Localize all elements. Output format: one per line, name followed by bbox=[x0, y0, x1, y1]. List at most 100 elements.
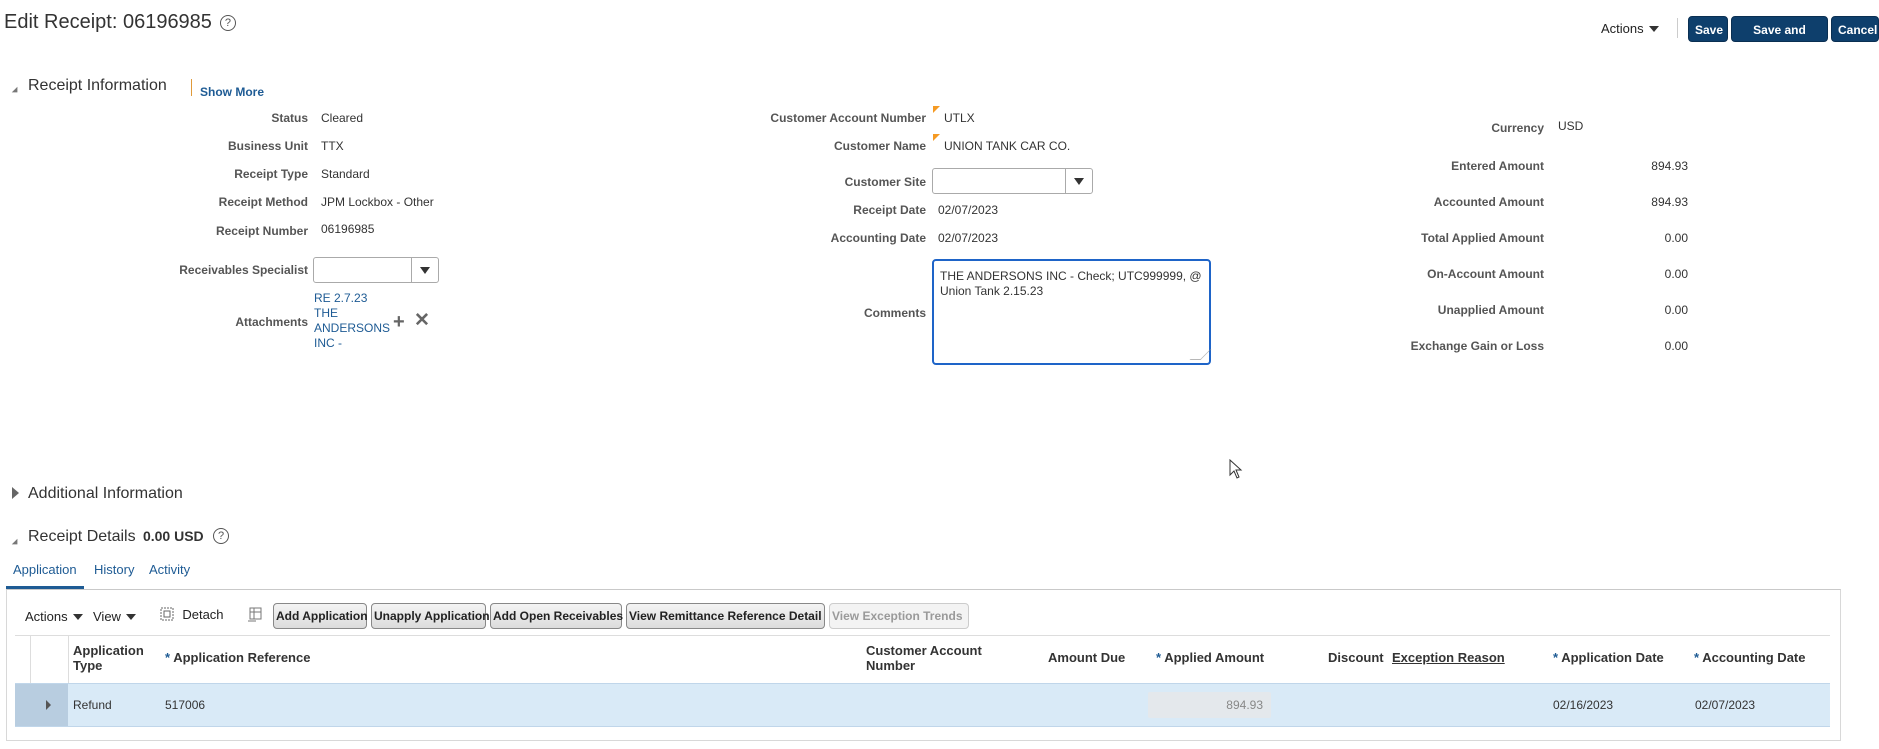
comments-textarea[interactable]: THE ANDERSONS INC - Check; UTC999999, @ … bbox=[932, 259, 1211, 365]
page-title-text: Edit Receipt: 06196985 bbox=[4, 11, 212, 33]
save-and-close-button[interactable]: Save and Close bbox=[1731, 16, 1828, 63]
help-icon[interactable]: ? bbox=[213, 528, 229, 544]
cell-application-type: Refund bbox=[73, 698, 112, 712]
required-icon: * bbox=[1553, 650, 1562, 665]
detach-button[interactable]: Detach bbox=[159, 606, 224, 622]
add-attachment-icon[interactable]: + bbox=[393, 312, 405, 332]
attachment-line: RE 2.7.23 bbox=[314, 291, 368, 305]
accounted-amount-value: 894.93 bbox=[1651, 195, 1688, 209]
currency-value: USD bbox=[1558, 119, 1584, 133]
expand-triangle-icon[interactable] bbox=[12, 487, 19, 499]
customer-name-label: Customer Name bbox=[833, 139, 926, 153]
page-title: Edit Receipt: 06196985? bbox=[4, 11, 236, 34]
column-header-application-date[interactable]: * Application Date bbox=[1553, 650, 1664, 665]
table-view-label: View bbox=[93, 609, 121, 624]
tab-application[interactable]: Application bbox=[13, 562, 77, 577]
add-application-button[interactable]: Add Application bbox=[273, 603, 368, 629]
freeze-columns-icon[interactable] bbox=[246, 606, 264, 624]
additional-info-title[interactable]: Additional Information bbox=[28, 485, 183, 503]
currency-label: Currency bbox=[1491, 121, 1544, 135]
chevron-down-icon bbox=[72, 614, 83, 620]
row-selector[interactable] bbox=[15, 684, 68, 726]
unapply-application-button[interactable]: Unapply Application bbox=[371, 603, 490, 629]
column-header-customer-account-number[interactable]: Customer Account Number bbox=[866, 643, 996, 673]
tab-activity[interactable]: Activity bbox=[149, 562, 190, 577]
unapplied-amount-value: 0.00 bbox=[1664, 303, 1688, 317]
on-account-amount-label: On-Account Amount bbox=[1427, 267, 1544, 281]
column-header-applied-amount[interactable]: * Applied Amount bbox=[1156, 650, 1264, 665]
customer-site-select[interactable] bbox=[932, 168, 1093, 194]
tab-history[interactable]: History bbox=[94, 562, 134, 577]
dropdown-arrow-icon[interactable] bbox=[411, 258, 438, 282]
header-actions-label: Actions bbox=[1601, 21, 1644, 36]
dropdown-arrow-icon[interactable] bbox=[1065, 169, 1092, 193]
accounted-amount-label: Accounted Amount bbox=[1433, 195, 1544, 209]
attachments-label: Attachments bbox=[235, 315, 308, 329]
required-icon: * bbox=[1156, 650, 1165, 665]
on-account-amount-value: 0.00 bbox=[1664, 267, 1688, 281]
receipt-method-label: Receipt Method bbox=[218, 195, 308, 209]
receivables-specialist-select[interactable] bbox=[313, 257, 439, 283]
row-expand-icon[interactable] bbox=[46, 700, 51, 710]
receipt-details-collapse-icon[interactable] bbox=[11, 534, 21, 548]
save-button[interactable]: Save bbox=[1688, 16, 1728, 42]
column-header-label: Accounting Date bbox=[1702, 650, 1806, 665]
detach-label: Detach bbox=[182, 607, 224, 622]
column-header-label: Application Reference bbox=[173, 650, 311, 665]
help-icon[interactable]: ? bbox=[219, 15, 236, 31]
receipt-info-collapse-icon[interactable] bbox=[11, 82, 21, 96]
changed-indicator-icon bbox=[933, 106, 940, 113]
receivables-specialist-label: Receivables Specialist bbox=[179, 263, 308, 277]
view-exception-trends-button: View Exception Trends bbox=[829, 603, 969, 629]
column-header-application-type[interactable]: Application Type bbox=[73, 643, 153, 673]
receipt-details-title: Receipt Details bbox=[28, 528, 136, 545]
attachment-link[interactable]: RE 2.7.23 THE ANDERSONS INC - bbox=[314, 291, 390, 351]
header-actions-menu[interactable]: Actions bbox=[1601, 21, 1659, 36]
attachment-line: THE bbox=[314, 306, 338, 320]
business-unit-label: Business Unit bbox=[227, 139, 308, 153]
table-actions-menu[interactable]: Actions bbox=[25, 609, 83, 624]
delete-attachment-icon[interactable]: ✕ bbox=[414, 311, 430, 330]
title-divider bbox=[191, 79, 192, 96]
chevron-down-icon bbox=[125, 614, 136, 620]
total-applied-amount-value: 0.00 bbox=[1664, 231, 1688, 245]
accounting-date-label: Accounting Date bbox=[830, 231, 926, 245]
column-header-accounting-date[interactable]: * Accounting Date bbox=[1694, 650, 1806, 665]
receipt-number-value: 06196985 bbox=[321, 222, 375, 236]
customer-name-value: UNION TANK CAR CO. bbox=[944, 139, 1071, 153]
applied-amount-value: 894.93 bbox=[1226, 698, 1263, 712]
mouse-cursor-icon bbox=[1229, 459, 1243, 479]
status-label: Status bbox=[271, 111, 308, 125]
accounting-date-value: 02/07/2023 bbox=[938, 231, 999, 245]
cancel-button[interactable]: Cancel bbox=[1831, 16, 1879, 42]
receipt-type-value: Standard bbox=[321, 167, 370, 181]
business-unit-value: TTX bbox=[321, 139, 344, 153]
customer-site-label: Customer Site bbox=[844, 175, 926, 189]
applied-amount-input[interactable]: 894.93 bbox=[1148, 692, 1271, 718]
column-header-discount[interactable]: Discount bbox=[1328, 650, 1384, 665]
column-header-label: Application Date bbox=[1561, 650, 1664, 665]
show-more-link[interactable]: Show More bbox=[200, 85, 264, 99]
cell-application-reference[interactable]: 517006 bbox=[165, 698, 205, 712]
view-remittance-reference-detail-button[interactable]: View Remittance Reference Detail bbox=[626, 603, 825, 629]
table-row[interactable]: Refund 517006 894.93 02/16/2023 02/07/20… bbox=[15, 683, 1830, 727]
chevron-down-icon bbox=[1648, 26, 1659, 32]
cell-accounting-date: 02/07/2023 bbox=[1695, 698, 1756, 712]
receipt-date-value: 02/07/2023 bbox=[938, 203, 999, 217]
total-applied-amount-label: Total Applied Amount bbox=[1421, 231, 1544, 245]
receipt-number-label: Receipt Number bbox=[215, 224, 308, 238]
header-separator bbox=[1677, 18, 1678, 38]
required-icon: * bbox=[165, 650, 174, 665]
comments-label: Comments bbox=[863, 306, 926, 320]
column-header-amount-due[interactable]: Amount Due bbox=[1048, 650, 1125, 665]
column-header-application-reference[interactable]: * Application Reference bbox=[165, 650, 310, 665]
entered-amount-label: Entered Amount bbox=[1451, 159, 1544, 173]
status-value: Cleared bbox=[321, 111, 364, 125]
receipt-info-title: Receipt Information bbox=[28, 77, 167, 94]
changed-indicator-icon bbox=[933, 134, 940, 141]
table-view-menu[interactable]: View bbox=[93, 609, 136, 624]
column-header-exception-reason[interactable]: Exception Reason bbox=[1392, 650, 1505, 665]
column-header-label: Applied Amount bbox=[1164, 650, 1265, 665]
receipt-type-label: Receipt Type bbox=[234, 167, 308, 181]
add-open-receivables-button[interactable]: Add Open Receivables bbox=[490, 603, 623, 629]
